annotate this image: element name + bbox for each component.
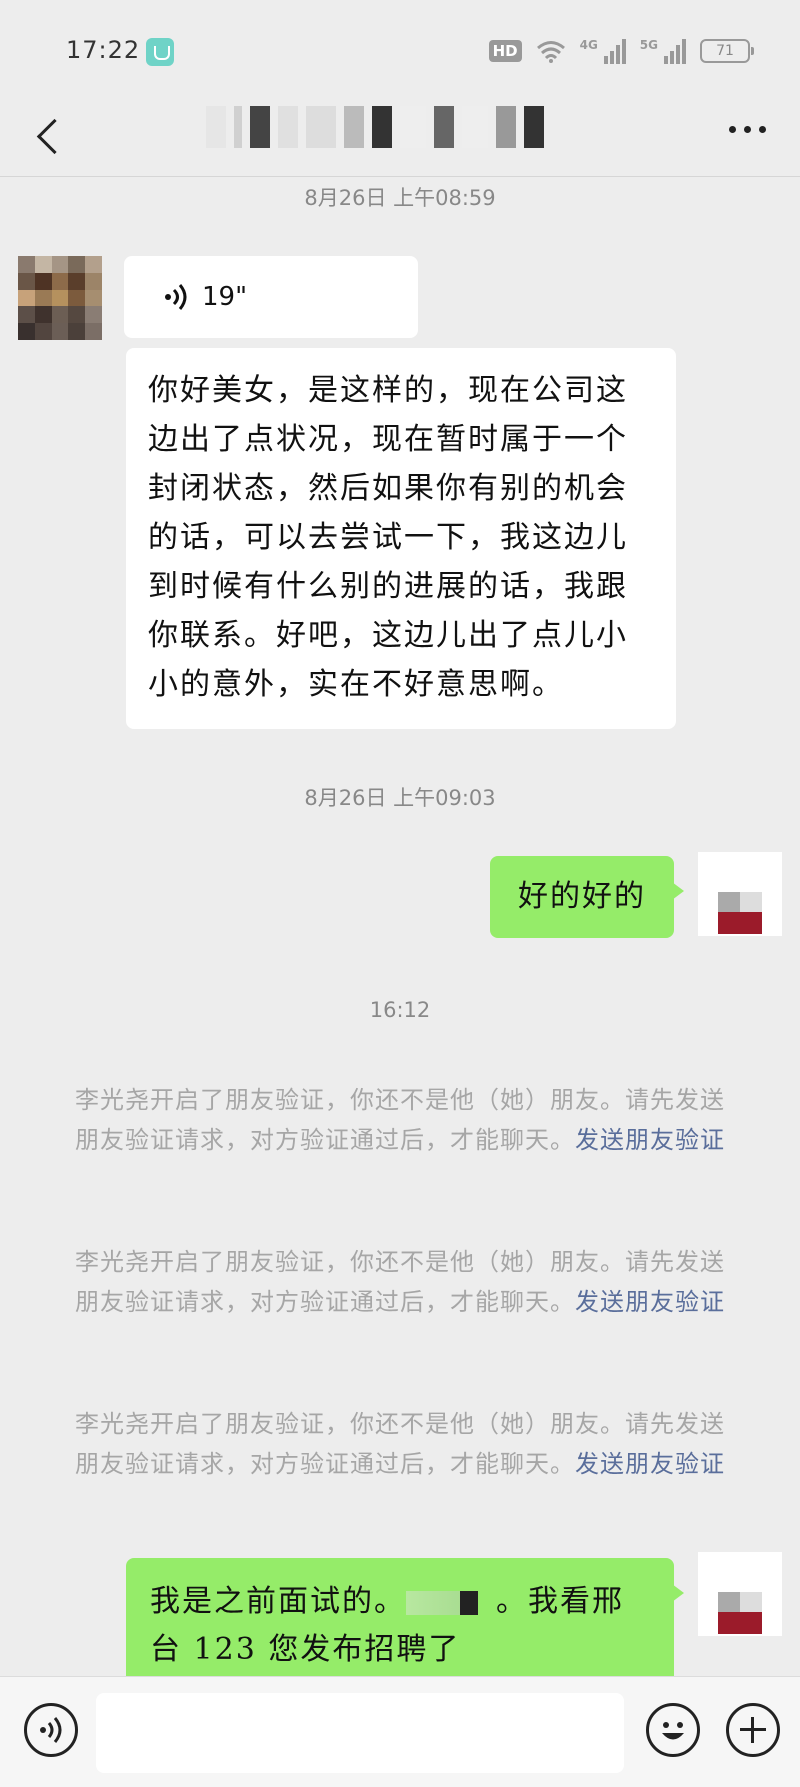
chevron-left-icon[interactable] xyxy=(30,110,70,160)
status-icons: HD 4G 5G 71 xyxy=(488,38,754,64)
wifi-icon xyxy=(536,41,565,63)
chat-title-bar xyxy=(0,100,800,177)
network-5g-label: 5G xyxy=(639,38,658,52)
outgoing-message-part1: 我是之前面试的。 xyxy=(150,1584,406,1619)
more-dots-icon[interactable] xyxy=(729,126,766,133)
battery-icon: 71 xyxy=(700,39,754,63)
send-verification-link[interactable]: 发送朋友验证 xyxy=(575,1450,725,1478)
hd-icon: HD xyxy=(488,40,522,62)
voice-message[interactable]: 19" xyxy=(124,256,418,338)
plus-icon[interactable] xyxy=(726,1703,780,1757)
system-notice: 李光尧开启了朋友验证，你还不是他（她）朋友。请先发送朋友验证请求，对方验证通过后… xyxy=(68,1242,732,1322)
smiley-face-icon xyxy=(662,1722,684,1740)
timestamp: 8月26日 上午09:03 xyxy=(304,786,496,810)
emoji-icon[interactable] xyxy=(646,1703,700,1757)
chat-input-bar xyxy=(0,1676,800,1787)
signal-icon xyxy=(603,38,626,64)
chat-title-redacted xyxy=(206,106,544,148)
voice-wave-icon xyxy=(165,284,187,310)
status-bar: 17:22 HD 4G 5G 71 xyxy=(0,0,800,100)
contact-avatar[interactable] xyxy=(18,256,102,340)
system-notice: 李光尧开启了朋友验证，你还不是他（她）朋友。请先发送朋友验证请求，对方验证通过后… xyxy=(68,1404,732,1484)
timestamp: 16:12 xyxy=(369,998,431,1022)
voice-wave-icon xyxy=(40,1717,62,1743)
voice-duration: 19" xyxy=(202,282,248,312)
message-input[interactable] xyxy=(96,1693,624,1773)
outgoing-message: 好的好的 xyxy=(490,856,684,938)
redacted-block xyxy=(406,1591,496,1615)
my-avatar[interactable] xyxy=(698,1552,782,1636)
signal-icon-2 xyxy=(664,38,686,64)
system-notice: 李光尧开启了朋友验证，你还不是他（她）朋友。请先发送朋友验证请求，对方验证通过后… xyxy=(68,1080,732,1160)
incoming-message: 你好美女，是这样的，现在公司这边出了点状况，现在暂时属于一个封闭状态，然后如果你… xyxy=(126,348,676,729)
my-avatar[interactable] xyxy=(698,852,782,936)
status-time: 17:22 xyxy=(66,36,141,64)
send-verification-link[interactable]: 发送朋友验证 xyxy=(575,1288,725,1316)
mi-home-icon xyxy=(146,38,174,66)
send-verification-link[interactable]: 发送朋友验证 xyxy=(575,1126,725,1154)
voice-input-icon[interactable] xyxy=(24,1703,78,1757)
network-4g-label: 4G xyxy=(579,38,598,52)
timestamp: 8月26日 上午08:59 xyxy=(304,186,496,210)
